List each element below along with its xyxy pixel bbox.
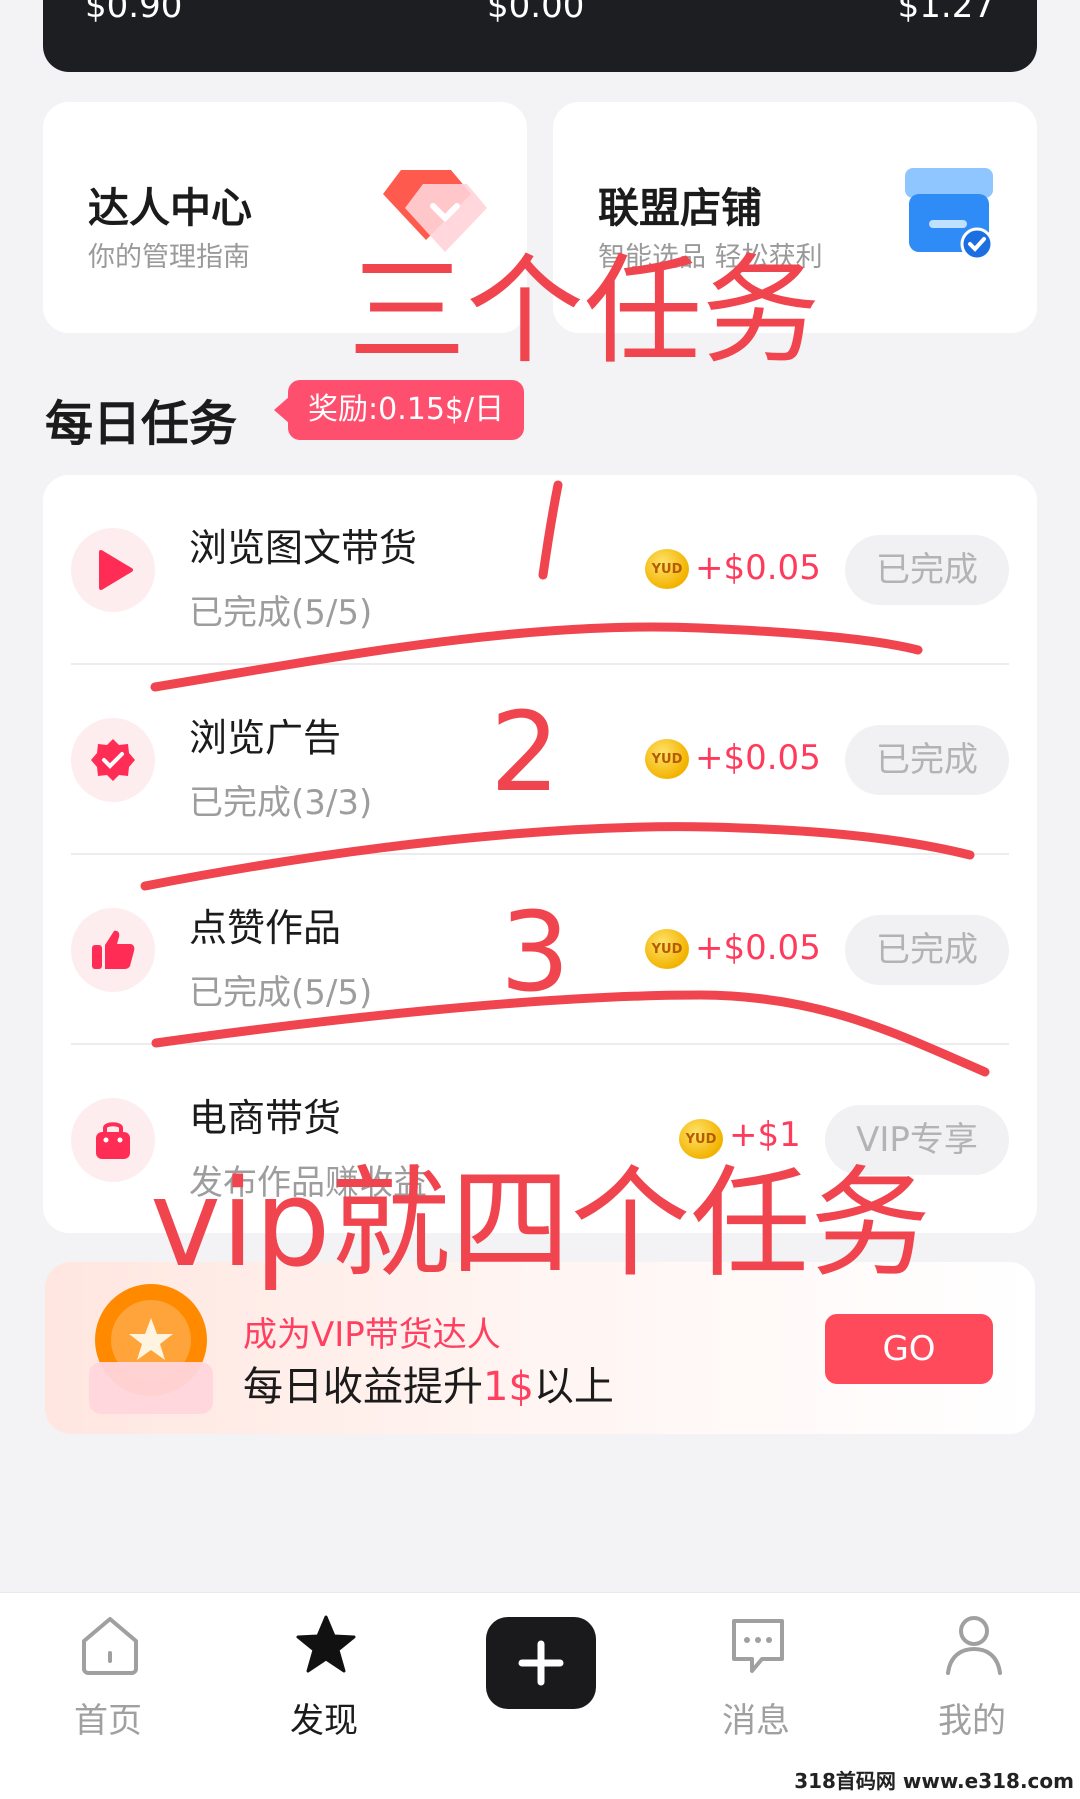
creator-center-card[interactable]: 达人中心 你的管理指南 xyxy=(43,102,527,333)
task-name: 电商带货 xyxy=(189,1096,342,1140)
task-reward-amount: +$0.05 xyxy=(695,548,821,588)
task-completed-button[interactable]: 已完成 xyxy=(845,915,1009,985)
task-completed-button[interactable]: 已完成 xyxy=(845,535,1009,605)
task-completed-button[interactable]: 已完成 xyxy=(845,725,1009,795)
task-reward-amount: +$0.05 xyxy=(695,738,821,778)
vip-banner-highlight: 1$ xyxy=(483,1364,534,1410)
task-row-browse-posts: 浏览图文带货 已完成(5/5) YUD +$0.05 已完成 xyxy=(43,475,1037,665)
stat-value-2: $0.00 xyxy=(487,0,585,26)
task-row-ecommerce: 电商带货 发布作品赚收益 YUD +$1 VIP专享 xyxy=(43,1045,1037,1233)
balance-card: $0.90 $0.00 $1.27 xyxy=(43,0,1037,72)
task-status: 已完成(5/5) xyxy=(189,593,373,633)
verified-badge-icon xyxy=(71,718,155,802)
task-reward-amount: +$0.05 xyxy=(695,928,821,968)
shopping-bag-icon xyxy=(71,1098,155,1182)
plus-icon xyxy=(518,1640,564,1686)
vip-only-button[interactable]: VIP专享 xyxy=(825,1105,1009,1175)
stat-value-3: $1.27 xyxy=(897,0,995,26)
nav-profile-label: 我的 xyxy=(938,1701,1006,1741)
creator-center-title: 达人中心 xyxy=(88,184,252,232)
thumbs-up-icon xyxy=(71,908,155,992)
alliance-store-card[interactable]: 联盟店铺 智能选品 轻松获利 xyxy=(553,102,1037,333)
vip-banner-description: 每日收益提升1$以上 xyxy=(243,1354,614,1412)
store-icon xyxy=(905,168,994,261)
alliance-store-subtitle: 智能选品 轻松获利 xyxy=(598,242,823,273)
vip-banner-text: 以上 xyxy=(533,1364,614,1410)
create-post-button[interactable] xyxy=(486,1617,596,1709)
stat-value-1: $0.90 xyxy=(85,0,183,26)
yud-coin-icon: YUD xyxy=(645,929,689,969)
diamond-icon xyxy=(383,170,487,252)
home-icon xyxy=(82,1617,138,1675)
nav-home-label: 首页 xyxy=(74,1701,142,1741)
play-icon xyxy=(71,528,155,612)
nav-discover-label: 发现 xyxy=(290,1701,358,1741)
task-list: 浏览图文带货 已完成(5/5) YUD +$0.05 已完成 浏览广告 已完成(… xyxy=(43,475,1037,1233)
creator-center-subtitle: 你的管理指南 xyxy=(88,242,250,273)
yud-coin-icon: YUD xyxy=(679,1119,723,1159)
nav-messages-label: 消息 xyxy=(722,1701,790,1741)
vip-banner-text: 每日收益提升 xyxy=(243,1364,483,1410)
user-icon xyxy=(946,1616,1002,1675)
daily-tasks-title: 每日任务 xyxy=(45,396,238,452)
alliance-store-title: 联盟店铺 xyxy=(598,184,762,232)
task-status: 发布作品赚收益 xyxy=(189,1163,427,1203)
task-name: 点赞作品 xyxy=(189,906,342,950)
chat-icon xyxy=(732,1619,784,1673)
task-reward-amount: +$1 xyxy=(729,1115,801,1155)
yud-coin-icon: YUD xyxy=(645,739,689,779)
go-button[interactable]: GO xyxy=(825,1314,993,1384)
nav-discover[interactable]: 发现 xyxy=(216,1593,432,1799)
reward-badge: 奖励:0.15$/日 xyxy=(273,380,525,440)
task-status: 已完成(3/3) xyxy=(189,783,373,823)
watermark: 318首码网 www.e318.com xyxy=(794,1769,1074,1793)
task-row-browse-ads: 浏览广告 已完成(3/3) YUD +$0.05 已完成 xyxy=(43,665,1037,855)
vip-promo-banner[interactable]: 成为VIP带货达人 每日收益提升1$以上 GO xyxy=(45,1262,1035,1434)
task-name: 浏览图文带货 xyxy=(189,526,418,570)
task-name: 浏览广告 xyxy=(189,716,342,760)
nav-home[interactable]: 首页 xyxy=(0,1593,216,1799)
vip-banner-headline: 成为VIP带货达人 xyxy=(243,1315,501,1355)
task-row-like-works: 点赞作品 已完成(5/5) YUD +$0.05 已完成 xyxy=(43,855,1037,1045)
task-status: 已完成(5/5) xyxy=(189,973,373,1013)
star-icon xyxy=(296,1615,356,1673)
vip-coin-icon xyxy=(89,1284,213,1414)
yud-coin-icon: YUD xyxy=(645,549,689,589)
